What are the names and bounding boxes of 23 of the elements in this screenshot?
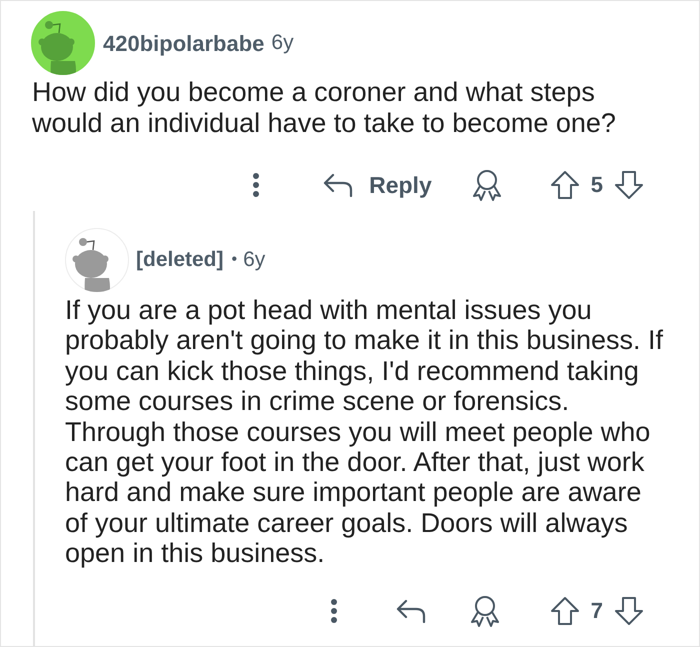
post-age: 6y	[243, 247, 266, 274]
upvote-icon[interactable]	[550, 596, 580, 626]
more-options-icon[interactable]	[252, 172, 260, 198]
reply-button[interactable]	[396, 598, 426, 623]
vote-count: 7	[590, 600, 603, 622]
separator-dot: •	[232, 250, 238, 270]
reply-arrow-icon	[323, 173, 354, 197]
comment-text: How did you become a coroner and what steps would an individual have to take to become one?	[32, 77, 617, 139]
downvote-icon[interactable]	[614, 170, 644, 200]
upvote-icon[interactable]	[550, 170, 580, 200]
username[interactable]: [deleted]	[136, 244, 224, 276]
avatar-icon	[31, 11, 95, 75]
reply-arrow-icon	[396, 598, 426, 623]
vote-count: 5	[590, 174, 603, 196]
reply-button[interactable]: Reply	[323, 173, 432, 197]
more-options-icon[interactable]	[330, 598, 338, 624]
comment-text: If you are a pot head with mental issues you probably aren't going to make it in this business. If you can kick those things, I'd recommend taking some courses in crime scene or forensics. Through those courses you will meet people who can get your foot in the door. After that, just work hard and make sure important people are aware of your ultimate career goals. Doors will always open in this business.	[65, 295, 664, 569]
post-age: 6y	[271, 30, 294, 56]
username[interactable]: 420bipolarbabe	[103, 26, 264, 60]
award-icon[interactable]	[472, 169, 502, 201]
award-icon[interactable]	[470, 594, 500, 627]
avatar-icon	[65, 228, 129, 292]
downvote-icon[interactable]	[614, 596, 644, 626]
